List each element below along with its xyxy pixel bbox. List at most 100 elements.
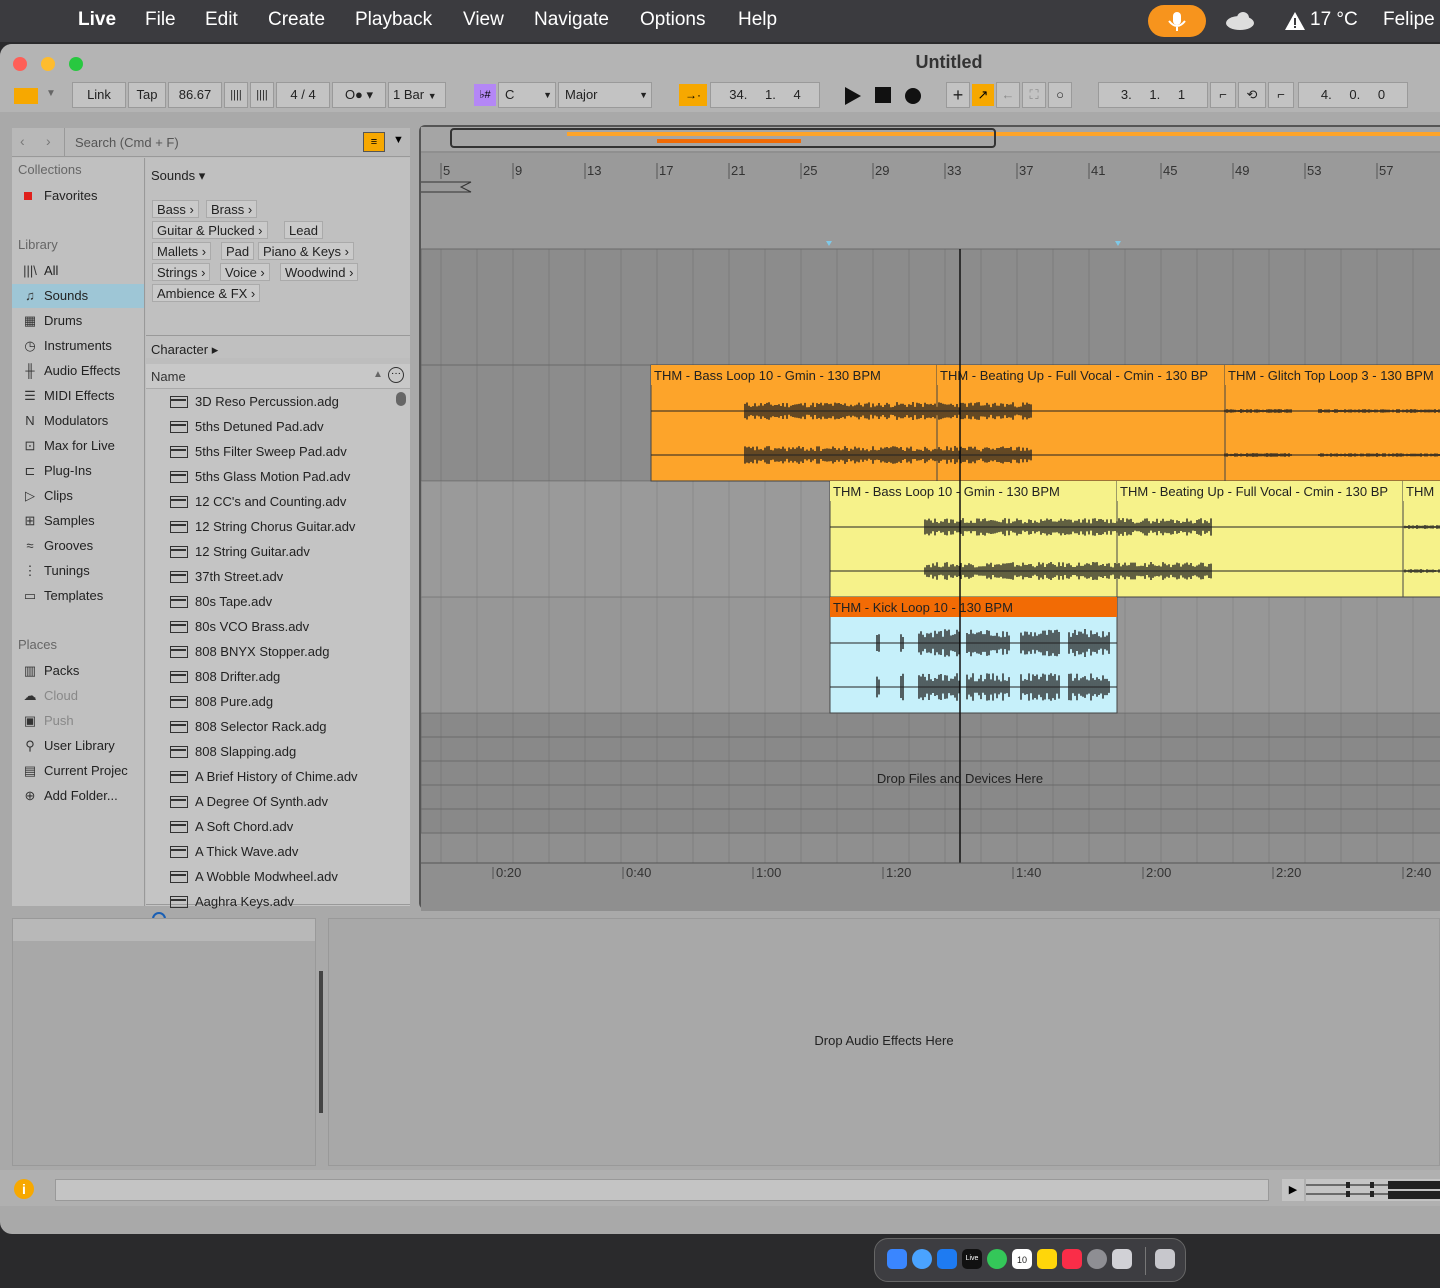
name-column-header[interactable]: Name ▲ ··· bbox=[146, 364, 410, 389]
scale-mode-icon[interactable]: ♭# bbox=[474, 84, 496, 106]
search-input[interactable]: Search (Cmd + F) bbox=[64, 128, 355, 156]
clip-bass-loop-track2[interactable]: THM - Bass Loop 10 - Gmin - 130 BPM bbox=[829, 480, 1118, 598]
clip-glitch-top-track1[interactable]: THM - Glitch Top Loop 3 - 130 BPM bbox=[1224, 364, 1440, 482]
tempo-field[interactable]: 86.67 bbox=[168, 82, 222, 108]
time-signature-field[interactable]: 4 / 4 bbox=[276, 82, 330, 108]
file-list-item[interactable]: A Soft Chord.adv bbox=[146, 814, 398, 839]
sidebar-item-modulators[interactable]: N Modulators bbox=[12, 409, 144, 433]
loop-start-field[interactable]: 3. 1. 1 bbox=[1098, 82, 1208, 108]
filter-icon[interactable]: ≡ bbox=[363, 132, 385, 152]
automation-arm-icon[interactable]: ↗ bbox=[972, 84, 994, 106]
track-lane[interactable] bbox=[421, 712, 1440, 738]
tag-brass[interactable]: Brass › bbox=[206, 200, 258, 218]
calendar-icon[interactable]: 10 bbox=[1012, 1249, 1032, 1269]
character-filter[interactable]: Character ▸ bbox=[151, 342, 218, 358]
track-lane[interactable] bbox=[421, 784, 1440, 810]
splitter-handle[interactable] bbox=[319, 971, 323, 1113]
file-list-item[interactable]: 808 Slapping.adg bbox=[146, 739, 398, 764]
forward-icon[interactable]: › bbox=[46, 133, 51, 149]
menu-edit[interactable]: Edit bbox=[205, 9, 238, 31]
sidebar-item-audio-effects[interactable]: ╫ Audio Effects bbox=[12, 359, 144, 383]
finder-icon[interactable] bbox=[887, 1249, 907, 1269]
sidebar-item-favorites[interactable]: Favorites bbox=[12, 184, 144, 208]
tag-strings[interactable]: Strings › bbox=[152, 263, 211, 281]
tag-lead[interactable]: Lead bbox=[284, 221, 323, 239]
back-icon[interactable]: ‹ bbox=[20, 133, 25, 149]
file-list-item[interactable]: 808 Selector Rack.adg bbox=[146, 714, 398, 739]
clip-beating-up-track2[interactable]: THM - Beating Up - Full Vocal - Cmin - 1… bbox=[1116, 480, 1404, 598]
overview-play-icon[interactable]: ▶ bbox=[1282, 1179, 1304, 1201]
menu-app-live[interactable]: Live bbox=[78, 9, 116, 31]
file-list-item[interactable]: 80s VCO Brass.adv bbox=[146, 614, 398, 639]
track-lane[interactable] bbox=[421, 248, 1440, 366]
menu-playback[interactable]: Playback bbox=[355, 9, 432, 31]
file-list-item[interactable]: 12 CC's and Counting.adv bbox=[146, 489, 398, 514]
tag-pad[interactable]: Pad bbox=[221, 242, 255, 260]
sidebar-item-drums[interactable]: ▦ Drums bbox=[12, 309, 144, 333]
sidebar-item-templates[interactable]: ▭ Templates bbox=[12, 584, 144, 608]
menu-help[interactable]: Help bbox=[738, 9, 777, 31]
arrangement-canvas[interactable]: 5 9 13 17 21 25 29 33 37 41 45 49 53 57 THM - Bass Loo… bbox=[421, 127, 1440, 911]
file-list-item[interactable]: 37th Street.adv bbox=[146, 564, 398, 589]
bar-ruler[interactable] bbox=[421, 153, 1440, 249]
nudge-up-icon[interactable]: |||| bbox=[250, 82, 274, 108]
sidebar-item-user-library[interactable]: ⚲ User Library bbox=[12, 734, 144, 758]
file-list-item[interactable]: 5ths Glass Motion Pad.adv bbox=[146, 464, 398, 489]
nudge-down-icon[interactable]: |||| bbox=[224, 82, 248, 108]
file-list-item[interactable]: A Thick Wave.adv bbox=[146, 839, 398, 864]
clip-thm-track2[interactable]: THM bbox=[1402, 480, 1440, 598]
sidebar-item-packs[interactable]: ▥ Packs bbox=[12, 659, 144, 683]
record-icon[interactable] bbox=[903, 86, 923, 106]
punch-in-icon[interactable]: ⌐ bbox=[1210, 82, 1236, 108]
menu-navigate[interactable]: Navigate bbox=[534, 9, 609, 31]
sidebar-item-cloud[interactable]: ☁ Cloud bbox=[12, 684, 144, 708]
link-button[interactable]: Link bbox=[72, 82, 126, 108]
ableton-live-icon[interactable]: Live bbox=[962, 1249, 982, 1269]
punch-out-icon[interactable]: ⌐ bbox=[1268, 82, 1294, 108]
arrangement-position-field[interactable]: 34. 1. 4 bbox=[710, 82, 820, 108]
quantize-dropdown[interactable]: 1 Bar ▼ bbox=[388, 82, 446, 108]
tag-voice[interactable]: Voice › bbox=[220, 263, 270, 281]
capture-icon[interactable]: ⛶ bbox=[1022, 82, 1046, 108]
menu-view[interactable]: View bbox=[463, 9, 504, 31]
file-list-item[interactable]: 5ths Detuned Pad.adv bbox=[146, 414, 398, 439]
tag-ambience-fx[interactable]: Ambience & FX › bbox=[152, 284, 261, 302]
track-lane[interactable] bbox=[421, 808, 1440, 834]
file-list-item[interactable]: 5ths Filter Sweep Pad.adv bbox=[146, 439, 398, 464]
music-icon[interactable] bbox=[1062, 1249, 1082, 1269]
tag-piano-keys[interactable]: Piano & Keys › bbox=[258, 242, 354, 260]
key-root-dropdown[interactable]: C ▼ bbox=[498, 82, 556, 108]
user-name[interactable]: Felipe bbox=[1383, 9, 1435, 31]
play-icon[interactable] bbox=[843, 86, 863, 106]
file-list-item[interactable]: A Degree Of Synth.adv bbox=[146, 789, 398, 814]
back-to-arrangement-icon[interactable]: ← bbox=[996, 82, 1020, 108]
calculator-icon[interactable] bbox=[1112, 1249, 1132, 1269]
overdub-add-icon[interactable]: + bbox=[946, 82, 970, 108]
system-settings-icon[interactable] bbox=[1087, 1249, 1107, 1269]
sidebar-item-push[interactable]: ▣ Push bbox=[12, 709, 144, 733]
more-options-icon[interactable]: ··· bbox=[388, 367, 404, 383]
tag-mallets[interactable]: Mallets › bbox=[152, 242, 212, 260]
sidebar-item-midi-effects[interactable]: ☰ MIDI Effects bbox=[12, 384, 144, 408]
view-menu-chevron-icon[interactable]: ▼ bbox=[46, 88, 56, 99]
file-list-item[interactable]: 808 BNYX Stopper.adg bbox=[146, 639, 398, 664]
sidebar-item-instruments[interactable]: ◷ Instruments bbox=[12, 334, 144, 358]
menu-create[interactable]: Create bbox=[268, 9, 325, 31]
clip-beating-up-track1[interactable]: THM - Beating Up - Full Vocal - Cmin - 1… bbox=[936, 364, 1226, 482]
file-list-item[interactable]: 3D Reso Percussion.adg bbox=[146, 389, 398, 414]
tag-woodwind[interactable]: Woodwind › bbox=[280, 263, 359, 281]
file-list-item[interactable]: 12 String Chorus Guitar.adv bbox=[146, 514, 398, 539]
sidebar-item-clips[interactable]: ▷ Clips bbox=[12, 484, 144, 508]
clip-bass-loop-track1[interactable]: THM - Bass Loop 10 - Gmin - 130 BPM bbox=[650, 364, 938, 482]
file-list-item[interactable]: 808 Pure.adg bbox=[146, 689, 398, 714]
sidebar-item-max-for-live[interactable]: ⊡ Max for Live bbox=[12, 434, 144, 458]
sidebar-item-tunings[interactable]: ⋮ Tunings bbox=[12, 559, 144, 583]
stop-icon[interactable] bbox=[874, 86, 892, 104]
messages-icon[interactable] bbox=[987, 1249, 1007, 1269]
sidebar-item-add-folder-[interactable]: ⊕ Add Folder... bbox=[12, 784, 144, 808]
file-list-item[interactable]: A Wobble Modwheel.adv bbox=[146, 864, 398, 889]
menu-options[interactable]: Options bbox=[640, 9, 705, 31]
filter-chevron-icon[interactable]: ▼ bbox=[393, 134, 404, 146]
follow-icon[interactable]: →· bbox=[679, 84, 707, 106]
notes-icon[interactable] bbox=[1037, 1249, 1057, 1269]
